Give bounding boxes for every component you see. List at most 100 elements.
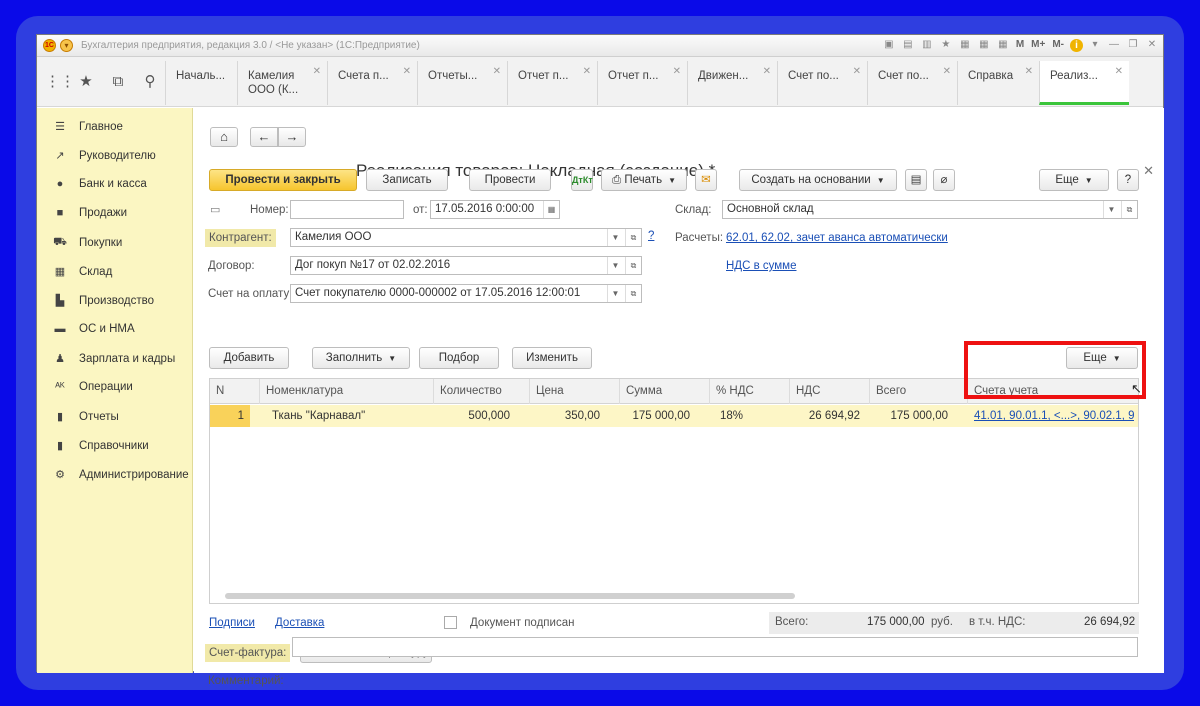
tab-reference[interactable]: Справка ✕	[957, 61, 1039, 105]
close-tab-icon[interactable]: ✕	[1025, 65, 1033, 79]
close-tab-icon[interactable]: ✕	[1115, 65, 1123, 79]
calc-icon[interactable]: ▦	[977, 38, 991, 52]
cell-n[interactable]: 1	[210, 405, 250, 427]
history-icon[interactable]: ▦	[958, 38, 972, 52]
open-icon[interactable]: ⧉	[625, 285, 641, 302]
cell-accounts-link[interactable]: 41.01, 90.01.1, <...>, 90.02.1, 90	[968, 405, 1134, 427]
sidebar-item-salary[interactable]: ♟ Зарплата и кадры	[53, 352, 175, 366]
column-header-item[interactable]: Номенклатура	[260, 379, 434, 404]
tab-report-1[interactable]: Отчет п... ✕	[507, 61, 597, 105]
cell-quantity[interactable]: 500,000	[434, 405, 516, 427]
search-icon[interactable]: ⚲	[141, 73, 159, 91]
open-icon[interactable]: ⧉	[625, 229, 641, 246]
close-tab-icon[interactable]: ✕	[403, 65, 411, 79]
memory-button[interactable]: M	[1015, 38, 1025, 52]
settlements-link[interactable]: 62.01, 62.02, зачет аванса автоматически	[726, 232, 948, 244]
print-button[interactable]: ⎙ Печать ▼	[601, 169, 687, 191]
tab-invoice-2[interactable]: Счет по... ✕	[867, 61, 957, 105]
vat-link[interactable]: НДС в сумме	[726, 260, 796, 272]
column-header-vat[interactable]: НДС	[790, 379, 870, 404]
column-header-total[interactable]: Всего	[870, 379, 968, 404]
history-icon[interactable]: ⧉	[109, 73, 127, 91]
email-icon[interactable]: ✉	[695, 169, 717, 191]
star-icon[interactable]: ★	[77, 73, 95, 91]
post-and-close-button[interactable]: Провести и закрыть	[209, 169, 357, 191]
save-icon[interactable]: ▣	[882, 38, 896, 52]
calendar-icon[interactable]: ▦	[996, 38, 1010, 52]
tab-sales-active[interactable]: Реализ... ✕	[1039, 61, 1129, 105]
signatures-link[interactable]: Подписи	[209, 617, 255, 629]
change-button[interactable]: Изменить	[512, 347, 592, 369]
create-based-on-button[interactable]: Создать на основании ▼	[739, 169, 897, 191]
tab-kamelia[interactable]: Камелия ООО (К... ✕	[237, 61, 327, 105]
close-tab-icon[interactable]: ✕	[583, 65, 591, 79]
horizontal-scrollbar[interactable]	[225, 593, 795, 599]
print-icon[interactable]: ▤	[901, 38, 915, 52]
invoice-for-payment-field[interactable]: Счет покупателю 0000-000002 от 17.05.201…	[290, 284, 642, 303]
tab-start[interactable]: Началь...	[165, 61, 237, 105]
close-form-icon[interactable]: ✕	[1143, 163, 1154, 179]
preview-icon[interactable]: ▥	[920, 38, 934, 52]
date-field[interactable]: 17.05.2016 0:00:00 ▦	[430, 200, 560, 219]
sidebar-item-purchases[interactable]: ⛟ Покупки	[53, 236, 122, 250]
cell-total[interactable]: 175 000,00	[870, 405, 954, 427]
tab-report-2[interactable]: Отчет п... ✕	[597, 61, 687, 105]
sidebar-item-main[interactable]: ☰ Главное	[53, 120, 123, 134]
chevron-down-icon[interactable]: ▼	[1103, 201, 1119, 218]
comment-field[interactable]	[292, 637, 1138, 657]
cell-item[interactable]: Ткань "Карнавал"	[266, 405, 432, 427]
close-window-icon[interactable]: ✕	[1145, 38, 1159, 52]
favorites-icon[interactable]: ★	[939, 38, 953, 52]
sidebar-item-bank[interactable]: ● Банк и касса	[53, 178, 147, 190]
close-tab-icon[interactable]: ✕	[943, 65, 951, 79]
contract-field[interactable]: Дог покуп №17 от 02.02.2016 ▼ ⧉	[290, 256, 642, 275]
tab-reports[interactable]: Отчеты... ✕	[417, 61, 507, 105]
chevron-down-icon[interactable]: ▼	[607, 257, 623, 274]
sidebar-item-admin[interactable]: ⚙ Администрирование	[53, 468, 189, 482]
add-button[interactable]: Добавить	[209, 347, 289, 369]
attachment-icon[interactable]: ⌀	[933, 169, 955, 191]
forward-button[interactable]: →	[278, 127, 306, 147]
chevron-down-icon[interactable]: ▼	[607, 285, 623, 302]
cell-price[interactable]: 350,00	[516, 405, 606, 427]
close-tab-icon[interactable]: ✕	[853, 65, 861, 79]
help-link[interactable]: ?	[648, 230, 654, 242]
restore-icon[interactable]: ❐	[1126, 38, 1140, 52]
help-button[interactable]: ?	[1117, 169, 1139, 191]
save-button[interactable]: Записать	[366, 169, 448, 191]
dt-kt-icon[interactable]: ДтКт	[571, 169, 593, 191]
tab-movements[interactable]: Движен... ✕	[687, 61, 777, 105]
counterparty-field[interactable]: Камелия ООО ▼ ⧉	[290, 228, 642, 247]
info-icon[interactable]: i	[1070, 38, 1083, 52]
post-button[interactable]: Провести	[469, 169, 551, 191]
dropdown-icon[interactable]: ▾	[1088, 38, 1102, 52]
calendar-icon[interactable]: ▦	[543, 201, 559, 218]
cell-vat-rate[interactable]: 18%	[714, 405, 784, 427]
signed-checkbox[interactable]	[444, 616, 457, 629]
sidebar-item-reports[interactable]: ▮ Отчеты	[53, 410, 119, 424]
fill-button[interactable]: Заполнить ▼	[312, 347, 410, 369]
sidebar-item-warehouse[interactable]: ▦ Склад	[53, 265, 113, 279]
close-tab-icon[interactable]: ✕	[763, 65, 771, 79]
close-tab-icon[interactable]: ✕	[313, 65, 321, 79]
column-header-quantity[interactable]: Количество	[434, 379, 530, 404]
column-header-n[interactable]: N	[210, 379, 260, 404]
column-header-amount[interactable]: Сумма	[620, 379, 710, 404]
column-header-vat-rate[interactable]: % НДС	[710, 379, 790, 404]
open-icon[interactable]: ⧉	[1121, 201, 1137, 218]
memory-minus-button[interactable]: M-	[1051, 38, 1065, 52]
sidebar-item-operations[interactable]: ᴬᴷ Операции	[53, 381, 133, 393]
number-field[interactable]	[290, 200, 404, 219]
document-icon[interactable]: ▤	[905, 169, 927, 191]
cell-vat[interactable]: 26 694,92	[790, 405, 866, 427]
close-tab-icon[interactable]: ✕	[673, 65, 681, 79]
column-header-price[interactable]: Цена	[530, 379, 620, 404]
app-menu-icon[interactable]: ▾	[60, 39, 73, 52]
tab-invoice-1[interactable]: Счет по... ✕	[777, 61, 867, 105]
select-button[interactable]: Подбор	[419, 347, 499, 369]
tab-accounts[interactable]: Счета п... ✕	[327, 61, 417, 105]
sidebar-item-sales[interactable]: ■ Продажи	[53, 207, 127, 219]
chevron-down-icon[interactable]: ▼	[607, 229, 623, 246]
sidebar-item-assets[interactable]: ▬ ОС и НМА	[53, 323, 135, 335]
sidebar-item-manager[interactable]: ↗ Руководителю	[53, 149, 155, 163]
